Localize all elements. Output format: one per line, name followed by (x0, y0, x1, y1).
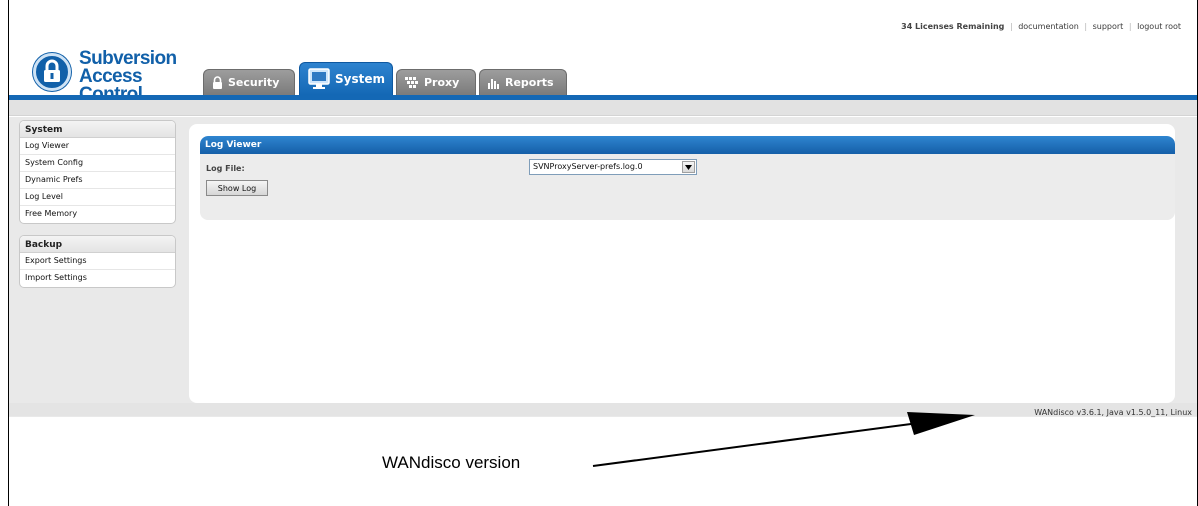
sidebar-section-system: System Log Viewer System Config Dynamic … (19, 120, 176, 224)
link-separator: | (1128, 22, 1132, 31)
sidebar-item-system-config[interactable]: System Config (20, 155, 175, 172)
documentation-link[interactable]: documentation (1018, 22, 1079, 31)
sidebar-item-log-viewer[interactable]: Log Viewer (20, 138, 175, 155)
sidebar-item-export-settings[interactable]: Export Settings (20, 253, 175, 270)
sidebar-section-title: System (20, 121, 175, 138)
monitor-icon (308, 68, 330, 90)
dropdown-arrow-icon[interactable] (682, 161, 695, 173)
logout-link[interactable]: logout root (1137, 22, 1181, 31)
tab-label: Proxy (424, 76, 460, 89)
tab-label: Reports (505, 76, 554, 89)
sidebar-item-free-memory[interactable]: Free Memory (20, 206, 175, 223)
screenshot-frame: 34 Licenses Remaining | documentation | … (8, 0, 1198, 506)
proxy-grid-icon (405, 76, 419, 89)
content-panel: Log Viewer Log File: SVNProxyServer-pref… (189, 124, 1175, 403)
tab-system[interactable]: System (299, 62, 393, 95)
sidebar-section-title: Backup (20, 236, 175, 253)
log-file-label: Log File: (206, 164, 245, 173)
show-log-button[interactable]: Show Log (206, 180, 268, 196)
version-info: WANdisco v3.6.1, Java v1.5.0_11, Linux (1034, 408, 1192, 417)
footer-strip (9, 403, 1197, 416)
sidebar-item-log-level[interactable]: Log Level (20, 189, 175, 206)
bar-chart-icon (488, 77, 500, 89)
sidebar-item-dynamic-prefs[interactable]: Dynamic Prefs (20, 172, 175, 189)
panel-title: Log Viewer (200, 136, 1175, 154)
sub-header-strip (9, 100, 1197, 116)
tab-label: System (335, 72, 385, 86)
sidebar-item-import-settings[interactable]: Import Settings (20, 270, 175, 287)
tab-label: Security (228, 76, 280, 89)
annotation-label: WANdisco version (382, 453, 521, 472)
support-link[interactable]: support (1093, 22, 1124, 31)
link-separator: | (1009, 22, 1013, 31)
padlock-logo-icon (33, 53, 71, 91)
log-viewer-panel: Log Viewer Log File: SVNProxyServer-pref… (200, 136, 1175, 220)
top-links: 34 Licenses Remaining | documentation | … (901, 22, 1181, 31)
log-file-select[interactable]: SVNProxyServer-prefs.log.0 (529, 159, 697, 175)
tab-reports[interactable]: Reports (479, 69, 567, 95)
licenses-remaining: 34 Licenses Remaining (901, 22, 1005, 31)
log-file-selected-value: SVNProxyServer-prefs.log.0 (533, 162, 643, 171)
sidebar-section-backup: Backup Export Settings Import Settings (19, 235, 176, 288)
link-separator: | (1084, 22, 1088, 31)
app-logo: Subversion Access Control (33, 49, 208, 104)
lock-icon (212, 76, 223, 89)
tab-proxy[interactable]: Proxy (396, 69, 476, 95)
tab-security[interactable]: Security (203, 69, 295, 95)
main-area: System Log Viewer System Config Dynamic … (9, 117, 1197, 417)
